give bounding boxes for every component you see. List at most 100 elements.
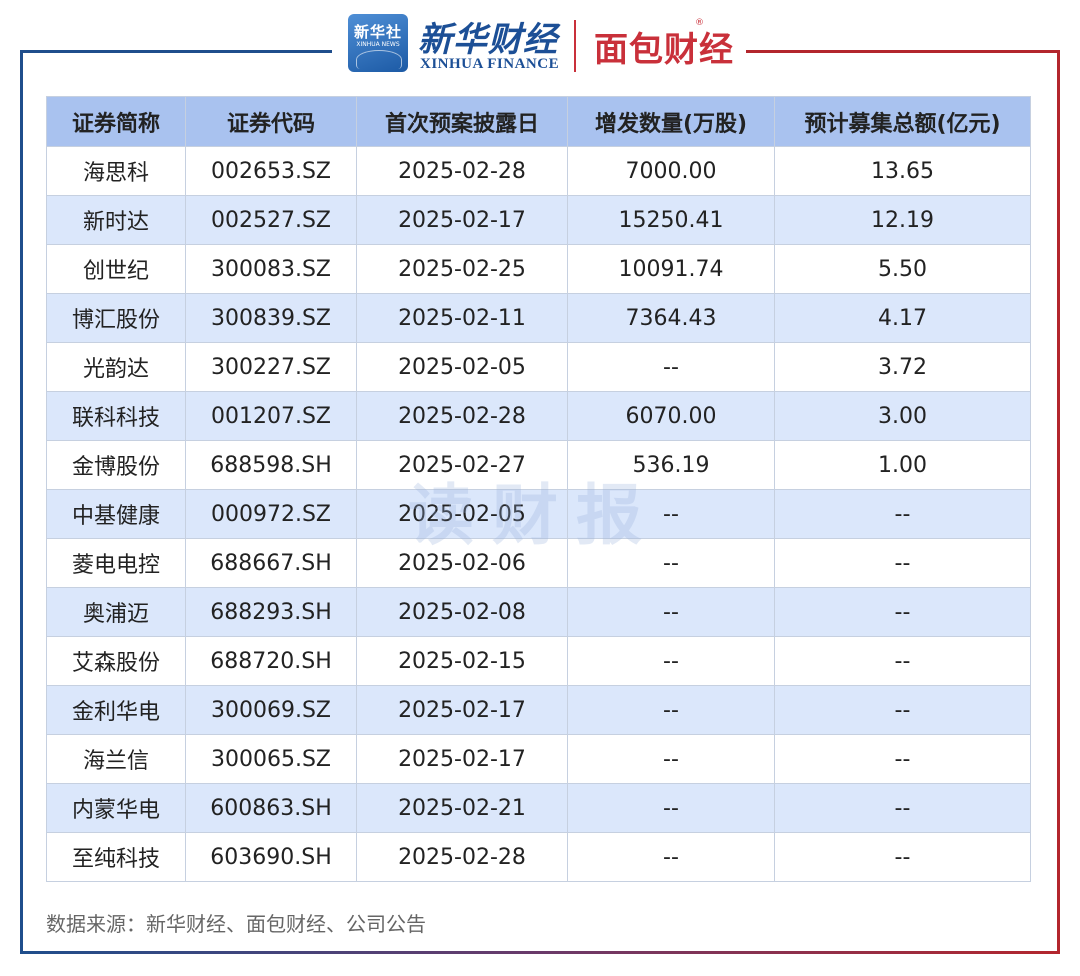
table-cell: 4.17 — [774, 293, 1031, 343]
column-header: 首次预案披露日 — [356, 96, 568, 147]
table-cell: 2025-02-05 — [356, 489, 568, 539]
table-cell: 7000.00 — [567, 146, 775, 196]
frame-right-line — [1057, 50, 1060, 954]
header-logos: 新华社 XINHUA NEWS 新华财经 XINHUA FINANCE 面包财经… — [340, 10, 740, 76]
table-cell: -- — [774, 587, 1031, 637]
table-cell: 7364.43 — [567, 293, 775, 343]
column-header: 增发数量(万股) — [567, 96, 775, 147]
table-cell: 2025-02-17 — [356, 685, 568, 735]
table-cell: 博汇股份 — [46, 293, 186, 343]
table-cell: -- — [774, 538, 1031, 588]
table-row: 海思科 002653.SZ 2025-02-28 7000.00 13.65 — [46, 146, 1031, 196]
table-cell: 536.19 — [567, 440, 775, 490]
private-placement-table: 证券简称 证券代码 首次预案披露日 增发数量(万股) 预计募集总额(亿元) 海思科 002… — [46, 96, 1031, 882]
column-header: 证券简称 — [46, 96, 186, 147]
table-cell: 2025-02-27 — [356, 440, 568, 490]
table-cell: 2025-02-25 — [356, 244, 568, 294]
table-cell: 13.65 — [774, 146, 1031, 196]
table-cell: 海思科 — [46, 146, 186, 196]
table-cell: 2025-02-21 — [356, 783, 568, 833]
table-cell: 2025-02-17 — [356, 734, 568, 784]
table-cell: 12.19 — [774, 195, 1031, 245]
table-cell: 300227.SZ — [185, 342, 357, 392]
table-cell: -- — [567, 636, 775, 686]
frame-bottom-line — [20, 951, 1060, 954]
table-cell: -- — [774, 832, 1031, 882]
table-cell: 1.00 — [774, 440, 1031, 490]
table-cell: 688667.SH — [185, 538, 357, 588]
table-row: 新时达 002527.SZ 2025-02-17 15250.41 12.19 — [46, 195, 1031, 245]
table-cell: 内蒙华电 — [46, 783, 186, 833]
table-row: 金利华电 300069.SZ 2025-02-17 -- -- — [46, 685, 1031, 735]
table-cell: 3.72 — [774, 342, 1031, 392]
xinhua-finance-logo-name: 新华财经 — [418, 20, 558, 60]
table-cell: -- — [567, 832, 775, 882]
table-cell: 中基健康 — [46, 489, 186, 539]
table-row: 艾森股份 688720.SH 2025-02-15 -- -- — [46, 636, 1031, 686]
table-cell: 2025-02-28 — [356, 146, 568, 196]
table-cell: 金博股份 — [46, 440, 186, 490]
table-cell: 2025-02-28 — [356, 832, 568, 882]
table-cell: 3.00 — [774, 391, 1031, 441]
xinhua-news-logo-text: 新华社 — [353, 23, 402, 41]
table-row: 金博股份 688598.SH 2025-02-27 536.19 1.00 — [46, 440, 1031, 490]
table-row: 光韵达 300227.SZ 2025-02-05 -- 3.72 — [46, 342, 1031, 392]
table-cell: -- — [774, 489, 1031, 539]
table-cell: 2025-02-08 — [356, 587, 568, 637]
table-cell: -- — [567, 538, 775, 588]
table-cell: 2025-02-28 — [356, 391, 568, 441]
table-row: 中基健康 000972.SZ 2025-02-05 -- -- — [46, 489, 1031, 539]
table-cell: 2025-02-11 — [356, 293, 568, 343]
table-cell: -- — [567, 734, 775, 784]
column-header: 预计募集总额(亿元) — [774, 96, 1031, 147]
table-cell: -- — [774, 783, 1031, 833]
table-cell: 300083.SZ — [185, 244, 357, 294]
mianbao-finance-logo: 面包财经 — [594, 30, 734, 70]
table-cell: 002527.SZ — [185, 195, 357, 245]
table-row: 创世纪 300083.SZ 2025-02-25 10091.74 5.50 — [46, 244, 1031, 294]
table-cell: 5.50 — [774, 244, 1031, 294]
table-header-row: 证券简称 证券代码 首次预案披露日 增发数量(万股) 预计募集总额(亿元) — [46, 96, 1031, 147]
table-cell: 奥浦迈 — [46, 587, 186, 637]
table-cell: -- — [567, 685, 775, 735]
table-cell: 新时达 — [46, 195, 186, 245]
frame-top-right-line — [746, 50, 1060, 53]
table-cell: 300069.SZ — [185, 685, 357, 735]
table-cell: 000972.SZ — [185, 489, 357, 539]
table-row: 博汇股份 300839.SZ 2025-02-11 7364.43 4.17 — [46, 293, 1031, 343]
table-cell: 688598.SH — [185, 440, 357, 490]
table-cell: -- — [567, 587, 775, 637]
table-cell: 688720.SH — [185, 636, 357, 686]
table-cell: 603690.SH — [185, 832, 357, 882]
table-cell: 688293.SH — [185, 587, 357, 637]
table-cell: 300839.SZ — [185, 293, 357, 343]
table-cell: 海兰信 — [46, 734, 186, 784]
table-cell: 600863.SH — [185, 783, 357, 833]
table-cell: 300065.SZ — [185, 734, 357, 784]
globe-icon — [356, 50, 402, 69]
table-cell: 2025-02-15 — [356, 636, 568, 686]
table-cell: 光韵达 — [46, 342, 186, 392]
table-cell: -- — [774, 636, 1031, 686]
table-row: 至纯科技 603690.SH 2025-02-28 -- -- — [46, 832, 1031, 882]
table-cell: 002653.SZ — [185, 146, 357, 196]
data-source-note: 数据来源：新华财经、面包财经、公司公告 — [46, 912, 426, 936]
registered-mark: ® — [695, 18, 704, 28]
table-cell: 菱电电控 — [46, 538, 186, 588]
table-cell: -- — [567, 783, 775, 833]
table-cell: 2025-02-06 — [356, 538, 568, 588]
table-cell: 15250.41 — [567, 195, 775, 245]
table-row: 内蒙华电 600863.SH 2025-02-21 -- -- — [46, 783, 1031, 833]
table-cell: 2025-02-05 — [356, 342, 568, 392]
table-row: 菱电电控 688667.SH 2025-02-06 -- -- — [46, 538, 1031, 588]
column-header: 证券代码 — [185, 96, 357, 147]
xinhua-finance-logo-sub: XINHUA FINANCE — [420, 56, 560, 72]
table-cell: -- — [567, 342, 775, 392]
table-row: 海兰信 300065.SZ 2025-02-17 -- -- — [46, 734, 1031, 784]
table-cell: 至纯科技 — [46, 832, 186, 882]
table-cell: 艾森股份 — [46, 636, 186, 686]
table-row: 联科科技 001207.SZ 2025-02-28 6070.00 3.00 — [46, 391, 1031, 441]
table-body: 海思科 002653.SZ 2025-02-28 7000.00 13.65 新时达 002… — [46, 146, 1031, 882]
table-cell: 创世纪 — [46, 244, 186, 294]
table-row: 奥浦迈 688293.SH 2025-02-08 -- -- — [46, 587, 1031, 637]
